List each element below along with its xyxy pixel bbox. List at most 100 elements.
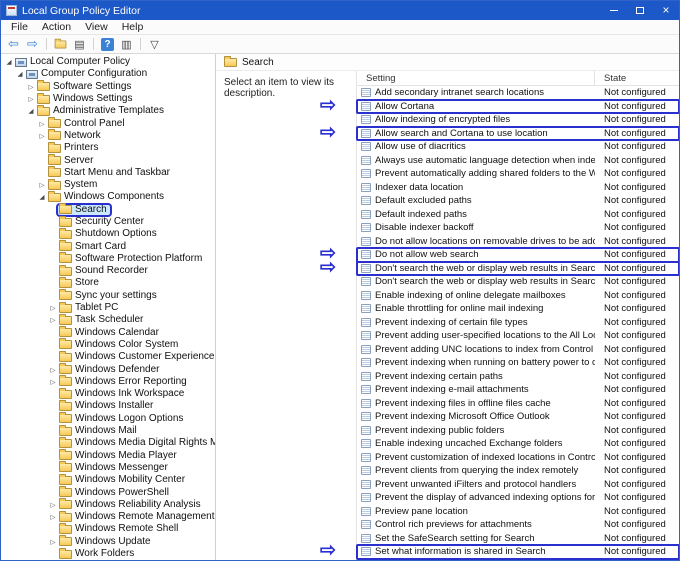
policy-row-set-the-safesearch-setting-for-search[interactable]: Set the SafeSearch setting for Search No… (357, 532, 679, 546)
tree-item-windows-installer[interactable]: Windows Installer (1, 400, 215, 412)
tree-item-control-panel[interactable]: ▷ Control Panel (1, 117, 215, 129)
export-list-icon[interactable]: ▥ (118, 36, 135, 52)
tree-item-windows-messenger[interactable]: Windows Messenger (1, 462, 215, 474)
tree-item-local-computer-policy[interactable]: ◢ Local Computer Policy (1, 56, 215, 68)
show-tree-icon[interactable]: ▤ (71, 36, 88, 52)
policy-row-prevent-indexing-files-in-offline-files-[interactable]: Prevent indexing files in offline files … (357, 397, 679, 411)
expander-icon[interactable]: ◢ (37, 193, 47, 201)
tree-item-sound-recorder[interactable]: Sound Recorder (1, 265, 215, 277)
expander-icon[interactable]: ▷ (48, 513, 58, 521)
policy-row-disable-indexer-backoff[interactable]: Disable indexer backoff Not configured (357, 221, 679, 235)
policy-row-prevent-adding-user-specified-locations-[interactable]: Prevent adding user-specified locations … (357, 329, 679, 343)
tree-item-system[interactable]: ▷ System (1, 179, 215, 191)
policy-row-prevent-unwanted-ifilters-and-protocol-h[interactable]: Prevent unwanted iFilters and protocol h… (357, 478, 679, 492)
help-icon[interactable]: ? (101, 38, 114, 51)
policy-row-allow-indexing-of-encrypted-files[interactable]: Allow indexing of encrypted files Not co… (357, 113, 679, 127)
policy-row-don-t-search-the-web-or-display-web-resu[interactable]: Don't search the web or display web resu… (357, 275, 679, 289)
policy-row-control-rich-previews-for-attachments[interactable]: Control rich previews for attachments No… (357, 518, 679, 532)
policy-row-preview-pane-location[interactable]: Preview pane location Not configured (357, 505, 679, 519)
expander-icon[interactable]: ◢ (4, 58, 14, 66)
tree-item-windows-reliability-analysis[interactable]: ▷ Windows Reliability Analysis (1, 499, 215, 511)
tree-item-windows-mobility-center[interactable]: Windows Mobility Center (1, 474, 215, 486)
expander-icon[interactable]: ◢ (26, 107, 36, 115)
up-level-icon[interactable] (52, 36, 69, 52)
column-header-setting[interactable]: Setting (357, 71, 595, 85)
menu-file[interactable]: File (4, 21, 35, 33)
tree-item-start-menu-and-taskbar[interactable]: Start Menu and Taskbar (1, 167, 215, 179)
tree-item-windows-components[interactable]: ◢ Windows Components (1, 191, 215, 203)
tree-item-administrative-templates[interactable]: ◢ Administrative Templates (1, 105, 215, 117)
policy-row-prevent-automatically-adding-shared-fold[interactable]: Prevent automatically adding shared fold… (357, 167, 679, 181)
tree-item-task-scheduler[interactable]: ▷ Task Scheduler (1, 314, 215, 326)
tree-item-tablet-pc[interactable]: ▷ Tablet PC (1, 302, 215, 314)
expander-icon[interactable]: ▷ (26, 83, 36, 91)
menu-action[interactable]: Action (35, 21, 78, 33)
tree-item-server[interactable]: Server (1, 154, 215, 166)
expander-icon[interactable]: ▷ (48, 378, 58, 386)
tree-item-software-settings[interactable]: ▷ Software Settings (1, 81, 215, 93)
expander-icon[interactable]: ▷ (48, 501, 58, 509)
menu-help[interactable]: Help (115, 21, 151, 33)
column-header-state[interactable]: State (595, 71, 679, 85)
tree-item-shutdown-options[interactable]: Shutdown Options (1, 228, 215, 240)
policy-row-prevent-adding-unc-locations-to-index-fr[interactable]: Prevent adding UNC locations to index fr… (357, 343, 679, 357)
policy-row-prevent-indexing-microsoft-office-outloo[interactable]: Prevent indexing Microsoft Office Outloo… (357, 410, 679, 424)
tree-item-windows-error-reporting[interactable]: ▷ Windows Error Reporting (1, 376, 215, 388)
policy-row-prevent-the-display-of-advanced-indexing[interactable]: Prevent the display of advanced indexing… (357, 491, 679, 505)
menu-view[interactable]: View (78, 21, 115, 33)
minimize-button[interactable] (601, 1, 627, 20)
expander-icon[interactable]: ▷ (37, 181, 47, 189)
policy-row-do-not-allow-web-search[interactable]: Do not allow web search Not configured ⇨ (357, 248, 679, 262)
tree-item-sync-your-settings[interactable]: Sync your settings (1, 290, 215, 302)
tree-item-windows-powershell[interactable]: Windows PowerShell (1, 486, 215, 498)
tree-item-security-center[interactable]: Security Center (1, 216, 215, 228)
policy-row-prevent-indexing-public-folders[interactable]: Prevent indexing public folders Not conf… (357, 424, 679, 438)
policy-row-don-t-search-the-web-or-display-web-resu[interactable]: Don't search the web or display web resu… (357, 262, 679, 276)
forward-icon[interactable]: ⇨ (24, 36, 41, 52)
expander-icon[interactable]: ▷ (37, 120, 47, 128)
tree-item-windows-update[interactable]: ▷ Windows Update (1, 536, 215, 548)
tree-item-computer-configuration[interactable]: ◢ Computer Configuration (1, 68, 215, 80)
tree-item-store[interactable]: Store (1, 277, 215, 289)
close-button[interactable] (653, 1, 679, 20)
tree-item-windows-color-system[interactable]: Windows Color System (1, 339, 215, 351)
policy-row-set-what-information-is-shared-in-search[interactable]: Set what information is shared in Search… (357, 545, 679, 559)
policy-row-prevent-indexing-of-certain-file-types[interactable]: Prevent indexing of certain file types N… (357, 316, 679, 330)
expander-icon[interactable]: ▷ (37, 132, 47, 140)
policy-row-allow-search-and-cortana-to-use-location[interactable]: Allow search and Cortana to use location… (357, 127, 679, 141)
policy-row-prevent-indexing-when-running-on-battery[interactable]: Prevent indexing when running on battery… (357, 356, 679, 370)
tree-item-windows-media-digital-rights-mana[interactable]: Windows Media Digital Rights Mana (1, 437, 215, 449)
tree-item-windows-settings[interactable]: ▷ Windows Settings (1, 93, 215, 105)
expander-icon[interactable]: ▷ (48, 538, 58, 546)
tree-item-network[interactable]: ▷ Network (1, 130, 215, 142)
filter-icon[interactable]: ▽ (146, 36, 163, 52)
expander-icon[interactable]: ▷ (48, 304, 58, 312)
tree-item-windows-remote-shell[interactable]: Windows Remote Shell (1, 523, 215, 535)
tree-item-search[interactable]: Search (1, 204, 215, 216)
tree-item-windows-defender[interactable]: ▷ Windows Defender (1, 363, 215, 375)
policy-row-enable-indexing-uncached-exchange-folder[interactable]: Enable indexing uncached Exchange folder… (357, 437, 679, 451)
policy-row-indexer-data-location[interactable]: Indexer data location Not configured (357, 181, 679, 195)
expander-icon[interactable]: ▷ (48, 316, 58, 324)
policy-row-prevent-indexing-certain-paths[interactable]: Prevent indexing certain paths Not confi… (357, 370, 679, 384)
policy-row-prevent-indexing-e-mail-attachments[interactable]: Prevent indexing e-mail attachments Not … (357, 383, 679, 397)
policy-row-enable-indexing-of-online-delegate-mailb[interactable]: Enable indexing of online delegate mailb… (357, 289, 679, 303)
tree-item-smart-card[interactable]: Smart Card (1, 240, 215, 252)
policy-row-allow-use-of-diacritics[interactable]: Allow use of diacritics Not configured (357, 140, 679, 154)
tree-item-work-folders[interactable]: Work Folders (1, 548, 215, 560)
policy-row-do-not-allow-locations-on-removable-driv[interactable]: Do not allow locations on removable driv… (357, 235, 679, 249)
expander-icon[interactable]: ▷ (48, 366, 58, 374)
tree-item-windows-remote-management-wir[interactable]: ▷ Windows Remote Management (Wir (1, 511, 215, 523)
titlebar[interactable]: Local Group Policy Editor (1, 1, 679, 20)
policy-row-prevent-clients-from-querying-the-index-[interactable]: Prevent clients from querying the index … (357, 464, 679, 478)
tree-item-windows-customer-experience-impr[interactable]: Windows Customer Experience Impr (1, 351, 215, 363)
tree-item-software-protection-platform[interactable]: Software Protection Platform (1, 253, 215, 265)
tree-item-windows-calendar[interactable]: Windows Calendar (1, 327, 215, 339)
tree-item-windows-media-player[interactable]: Windows Media Player (1, 450, 215, 462)
tree-item-printers[interactable]: Printers (1, 142, 215, 154)
policy-row-add-secondary-intranet-search-locations[interactable]: Add secondary intranet search locations … (357, 86, 679, 100)
policy-row-always-use-automatic-language-detection-[interactable]: Always use automatic language detection … (357, 154, 679, 168)
policy-row-allow-cortana[interactable]: Allow Cortana Not configured ⇨ (357, 100, 679, 114)
back-icon[interactable]: ⇦ (5, 36, 22, 52)
tree-item-windows-logon-options[interactable]: Windows Logon Options (1, 413, 215, 425)
